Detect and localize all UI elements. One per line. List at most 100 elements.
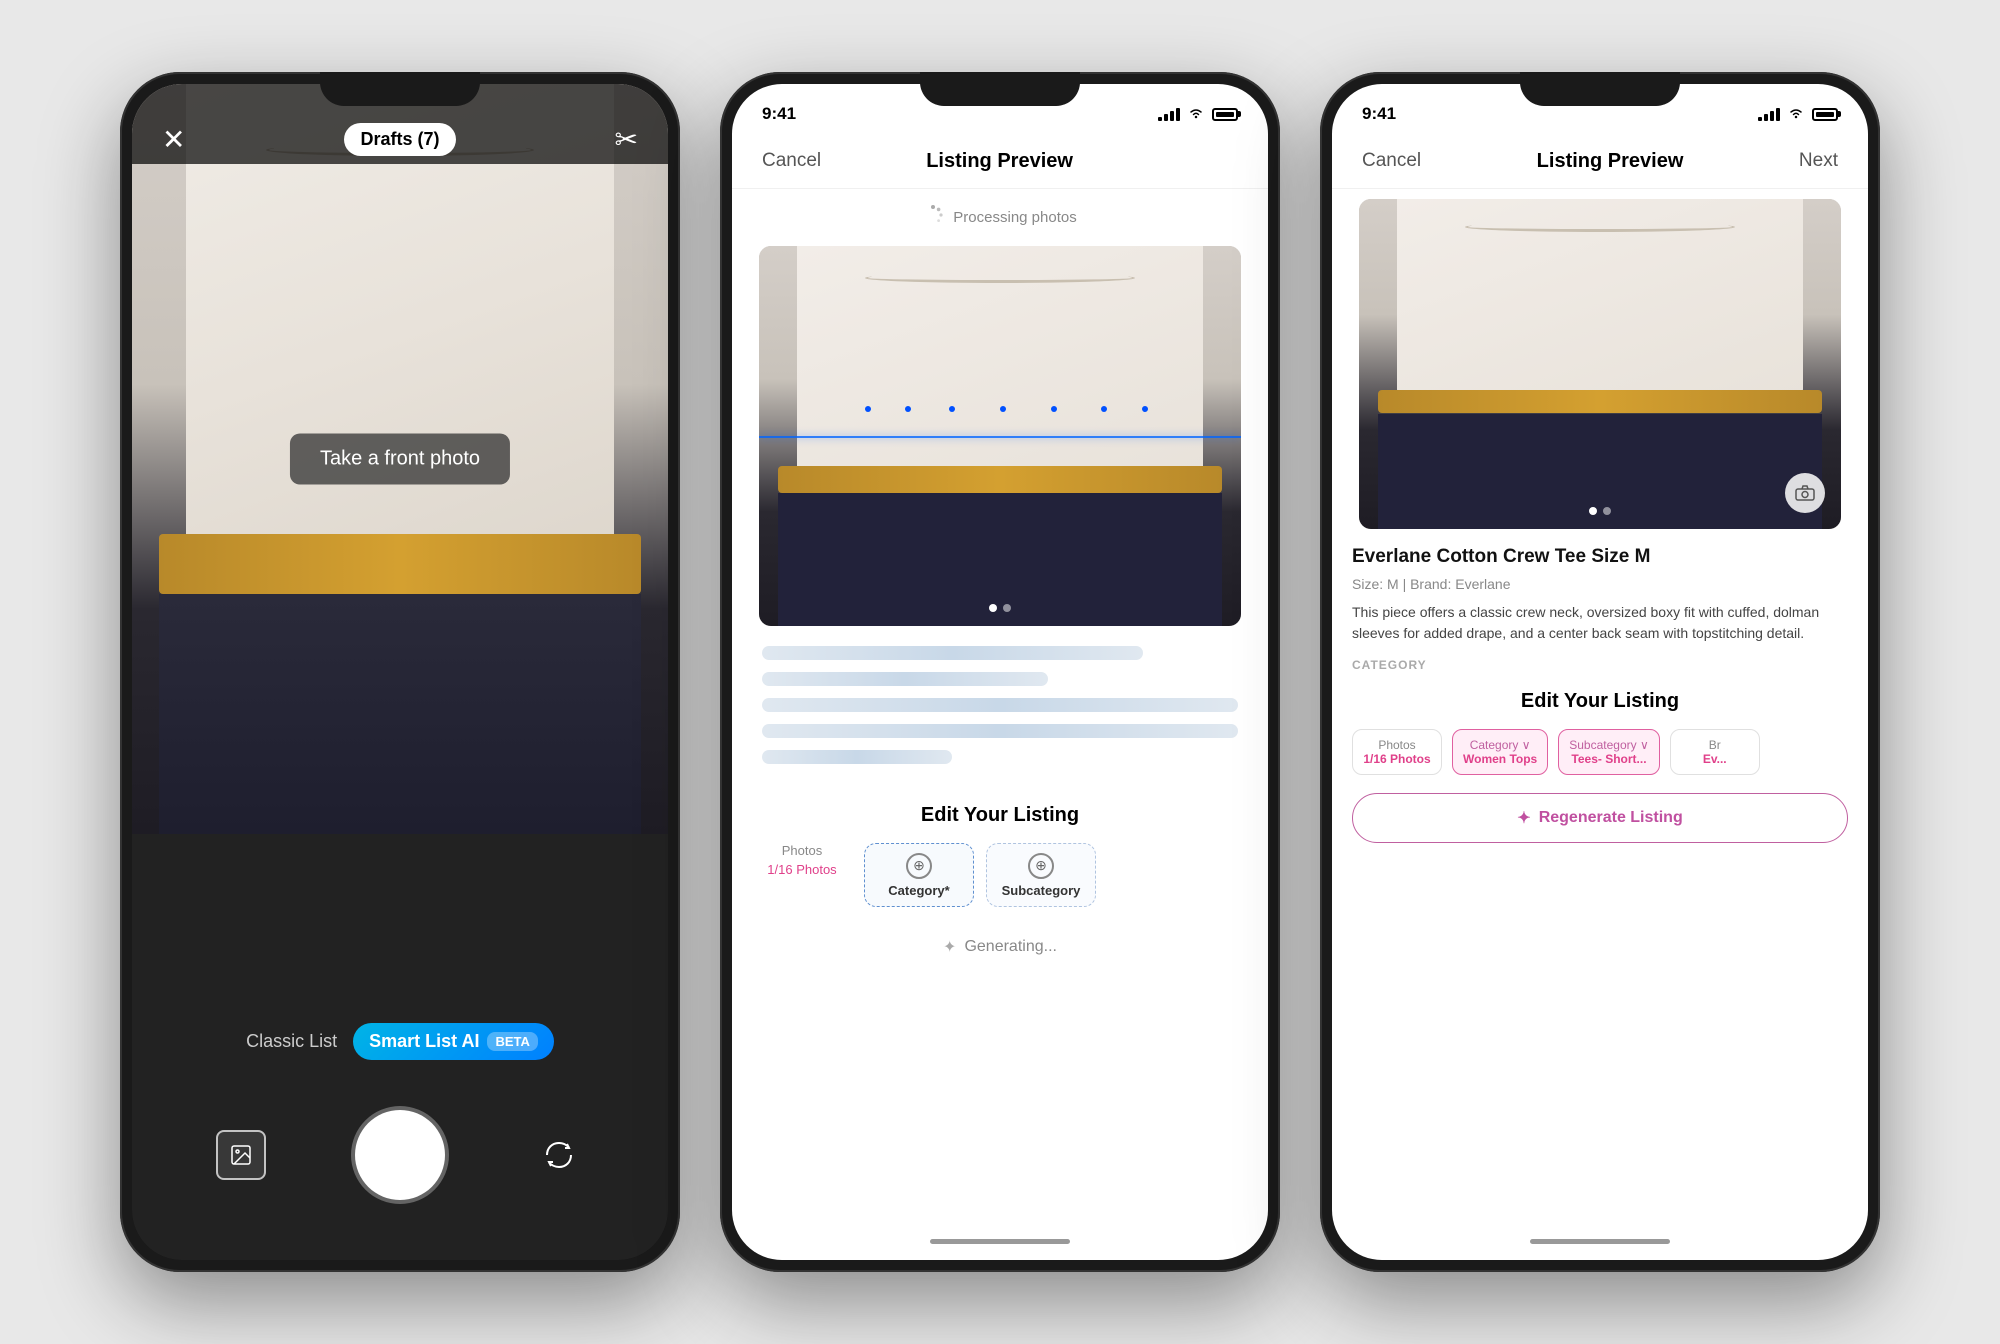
screen-content: 9:41 Can bbox=[732, 84, 1268, 1260]
camera-flip-icon[interactable] bbox=[534, 1130, 584, 1180]
battery-icon bbox=[1212, 108, 1238, 121]
photos-tab[interactable]: Photos 1/16 Photos bbox=[1352, 729, 1442, 775]
scissors-icon[interactable]: ✂ bbox=[615, 123, 638, 156]
subcategory-tab[interactable]: Subcategory ∨ Tees- Short... bbox=[1558, 729, 1660, 775]
camera-photo-area: Take a front photo bbox=[132, 84, 668, 834]
processing-screen: 9:41 Can bbox=[732, 84, 1268, 1260]
notch bbox=[320, 72, 480, 106]
notch bbox=[920, 72, 1080, 106]
wifi-icon bbox=[1788, 106, 1804, 122]
edit-listing-section: Edit Your Listing Photos 1/16 Photos ⊕ C… bbox=[732, 784, 1268, 921]
nav-bar: Cancel Listing Preview Next bbox=[1332, 134, 1868, 189]
subcategory-tab-box: Subcategory ∨ Tees- Short... bbox=[1558, 729, 1660, 775]
regen-label: Regenerate Listing bbox=[1539, 809, 1683, 827]
category-tab-box: ⊕ Category* bbox=[864, 843, 974, 907]
camera-background: ✕ Drafts (7) ✂ Take a front photo Classi… bbox=[132, 84, 668, 1260]
product-meta: Size: M | Brand: Everlane bbox=[1352, 576, 1848, 592]
battery-icon bbox=[1812, 108, 1838, 121]
indicator-2 bbox=[1003, 604, 1011, 612]
belt bbox=[159, 534, 641, 594]
li-belt bbox=[778, 466, 1222, 493]
image-indicators bbox=[989, 604, 1011, 612]
nav-title: Listing Preview bbox=[1537, 150, 1684, 173]
category-icon: ⊕ bbox=[906, 853, 932, 879]
regenerate-button[interactable]: ✦ Regenerate Listing bbox=[1352, 793, 1848, 843]
brand-tab[interactable]: Br Ev... bbox=[1670, 729, 1760, 775]
skeleton-line-2 bbox=[762, 672, 1048, 686]
category-top-label: Category ∨ bbox=[1463, 738, 1537, 752]
edit-listing-title: Edit Your Listing bbox=[1352, 690, 1848, 713]
photos-top-label: Photos bbox=[1363, 738, 1431, 752]
subcategory-tab-name: Subcategory bbox=[1002, 883, 1081, 898]
skeleton-line-4 bbox=[762, 724, 1238, 738]
brand-top-label: Br bbox=[1681, 738, 1749, 752]
status-time: 9:41 bbox=[1362, 104, 1396, 124]
phone-camera: ✕ Drafts (7) ✂ Take a front photo Classi… bbox=[120, 72, 680, 1272]
mode-smart-button[interactable]: Smart List AI BETA bbox=[353, 1023, 554, 1060]
subcategory-value: Tees- Short... bbox=[1569, 752, 1649, 766]
category-value: Women Tops bbox=[1463, 752, 1537, 766]
shutter-button[interactable] bbox=[355, 1110, 445, 1200]
subcategory-tab-box: ⊕ Subcategory bbox=[986, 843, 1096, 907]
processing-bar: Processing photos bbox=[732, 189, 1268, 246]
product-info: Everlane Cotton Crew Tee Size M Size: M … bbox=[1332, 529, 1868, 678]
beta-badge: BETA bbox=[487, 1032, 537, 1051]
nav-bar: Cancel Listing Preview bbox=[732, 134, 1268, 189]
generating-bar: ✦ Generating... bbox=[732, 921, 1268, 973]
brand-value: Ev... bbox=[1681, 752, 1749, 766]
mode-classic-label[interactable]: Classic List bbox=[246, 1031, 337, 1052]
scan-line bbox=[759, 436, 1241, 438]
gallery-icon[interactable] bbox=[216, 1130, 266, 1180]
category-tab[interactable]: Category ∨ Women Tops bbox=[1452, 729, 1548, 775]
camera-mode-bar: Classic List Smart List AI BETA bbox=[132, 1023, 668, 1060]
listing-screen: 9:41 Can bbox=[1332, 84, 1868, 1260]
notch bbox=[1520, 72, 1680, 106]
subcategory-icon: ⊕ bbox=[1028, 853, 1054, 879]
skeleton-line-3 bbox=[762, 698, 1238, 712]
status-time: 9:41 bbox=[762, 104, 796, 124]
nav-title: Listing Preview bbox=[926, 150, 1073, 173]
listing-tabs: Photos 1/16 Photos ⊕ Category* ⊕ bbox=[752, 843, 1248, 911]
regen-icon: ✦ bbox=[1517, 808, 1530, 828]
close-icon[interactable]: ✕ bbox=[162, 123, 185, 156]
product-description: This piece offers a classic crew neck, o… bbox=[1352, 602, 1848, 644]
image-indicators bbox=[1589, 507, 1611, 515]
li-belt bbox=[1378, 390, 1822, 413]
photos-tab-label: Photos bbox=[782, 843, 822, 858]
product-image bbox=[1359, 199, 1841, 529]
wifi-icon bbox=[1188, 106, 1204, 122]
li-necklace bbox=[865, 273, 1135, 283]
indicator-1 bbox=[1589, 507, 1597, 515]
category-tab-box: Category ∨ Women Tops bbox=[1452, 729, 1548, 775]
status-icons bbox=[1158, 106, 1238, 122]
cancel-button[interactable]: Cancel bbox=[1362, 150, 1421, 172]
camera-controls bbox=[132, 1110, 668, 1200]
drafts-badge[interactable]: Drafts (7) bbox=[344, 123, 455, 156]
photos-value: 1/16 Photos bbox=[1363, 752, 1431, 766]
cancel-button[interactable]: Cancel bbox=[762, 150, 821, 172]
skeleton-loading bbox=[732, 626, 1268, 784]
photos-tab-sublabel: 1/16 Photos bbox=[767, 862, 836, 877]
camera-screen: ✕ Drafts (7) ✂ Take a front photo Classi… bbox=[132, 84, 668, 1260]
indicator-1 bbox=[989, 604, 997, 612]
generating-text: Generating... bbox=[964, 938, 1057, 956]
signal-icon bbox=[1758, 107, 1780, 121]
home-indicator bbox=[1530, 1239, 1670, 1244]
phone-listing: 9:41 Can bbox=[1320, 72, 1880, 1272]
next-button[interactable]: Next bbox=[1799, 150, 1838, 172]
indicator-2 bbox=[1603, 507, 1611, 515]
category-tab[interactable]: ⊕ Category* bbox=[864, 843, 974, 907]
subcategory-top-label: Subcategory ∨ bbox=[1569, 738, 1649, 752]
jeans bbox=[159, 594, 641, 834]
skeleton-line-5 bbox=[762, 750, 952, 764]
phone-processing: 9:41 Can bbox=[720, 72, 1280, 1272]
camera-overlay-icon[interactable] bbox=[1785, 473, 1825, 513]
product-title: Everlane Cotton Crew Tee Size M bbox=[1352, 545, 1848, 570]
photos-tab-box: Photos 1/16 Photos bbox=[1352, 729, 1442, 775]
category-label: CATEGORY bbox=[1352, 658, 1848, 672]
subcategory-tab[interactable]: ⊕ Subcategory bbox=[986, 843, 1096, 907]
brand-tab-box: Br Ev... bbox=[1670, 729, 1760, 775]
photos-tab[interactable]: Photos 1/16 Photos bbox=[752, 843, 852, 907]
status-icons bbox=[1758, 106, 1838, 122]
sparkle-icon: ✦ bbox=[943, 937, 956, 957]
